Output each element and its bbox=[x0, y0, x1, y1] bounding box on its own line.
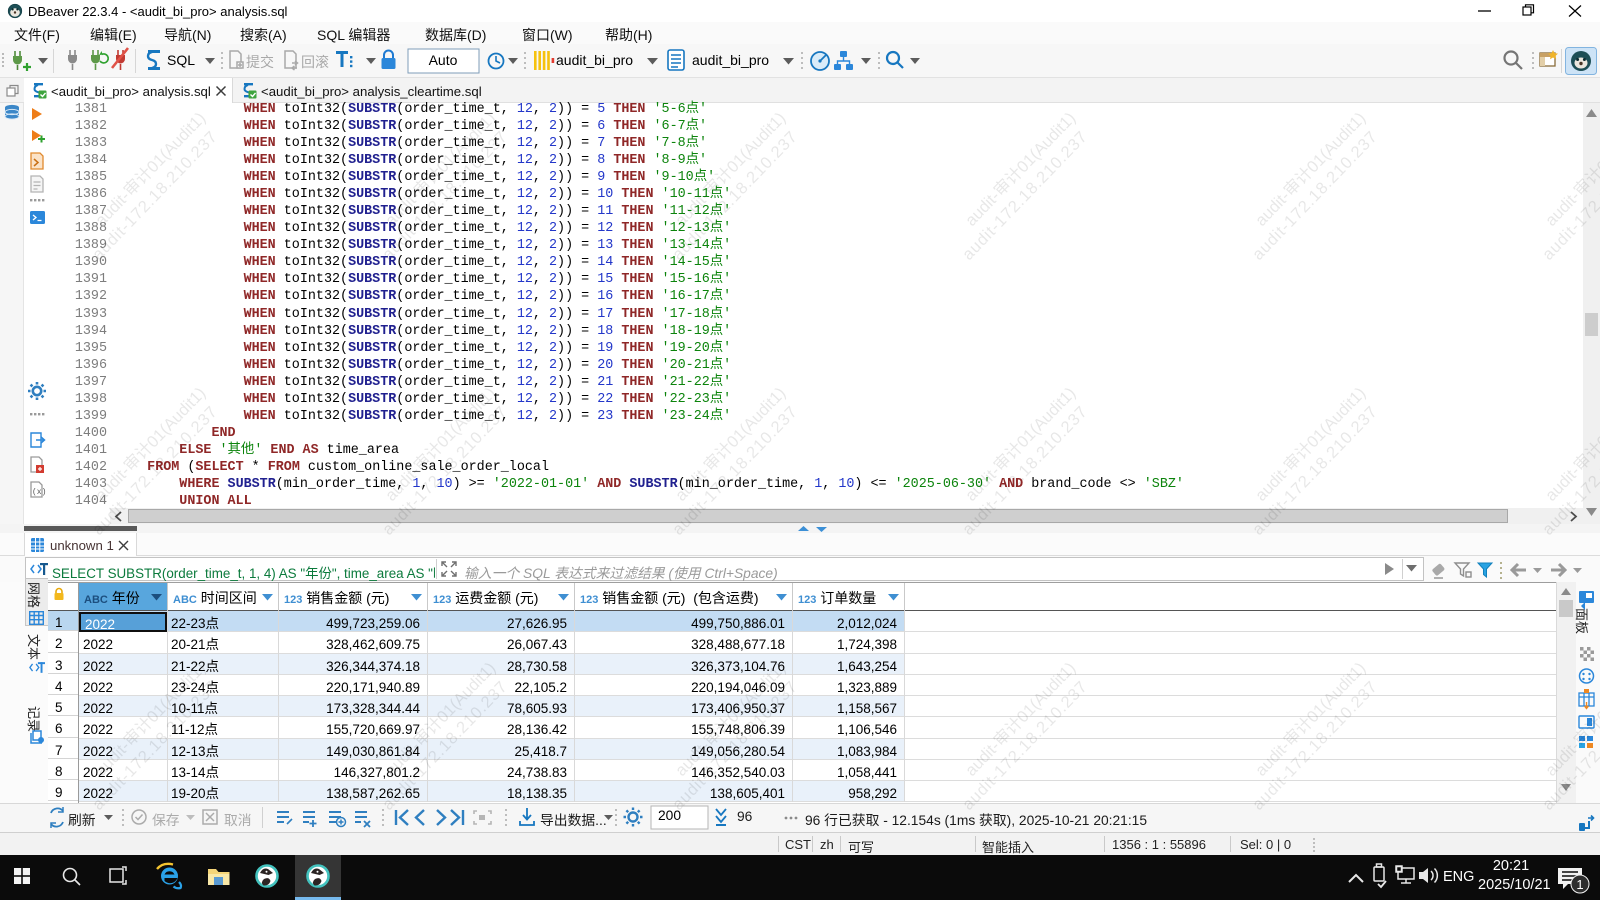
svg-text:1: 1 bbox=[1576, 877, 1583, 892]
svg-text:Auto: Auto bbox=[429, 52, 458, 68]
svg-text:(x): (x) bbox=[32, 488, 46, 497]
